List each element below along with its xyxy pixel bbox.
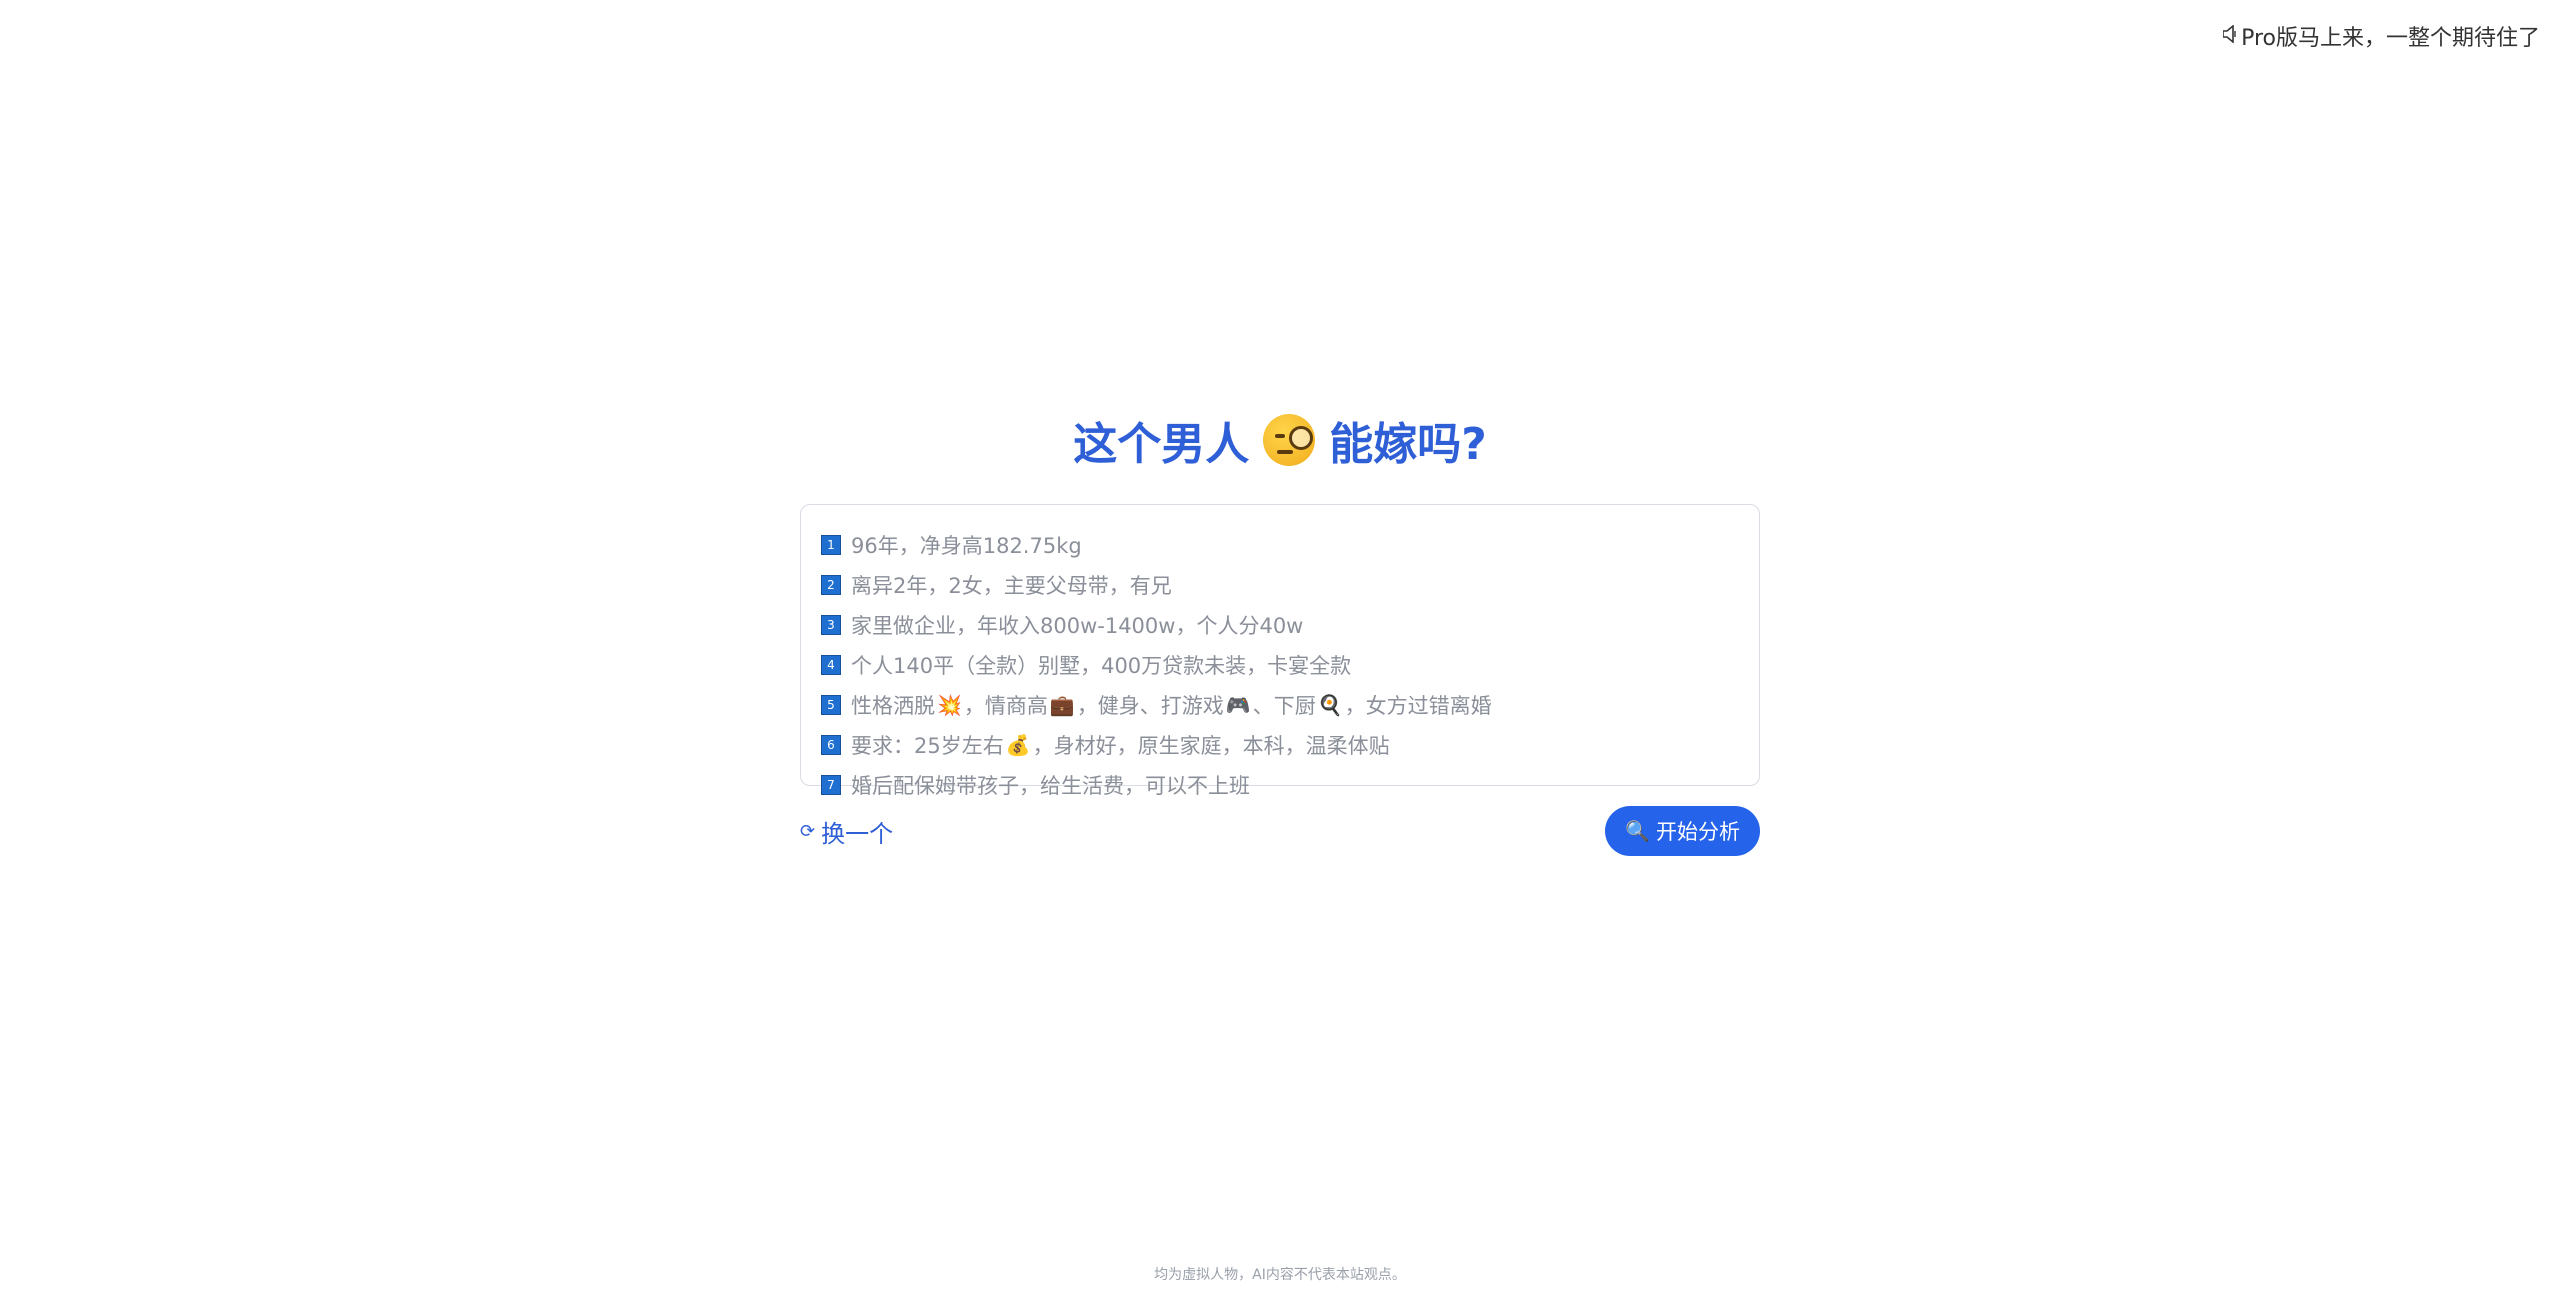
title-part1: 这个男人 [1073, 419, 1250, 470]
profile-line-text: 家里做企业，年收入800w-1400w，个人分40w [851, 614, 1304, 638]
title-part2: 能嫁吗? [1329, 419, 1487, 470]
profile-line-text: 婚后配保姆带孩子，给生活费，可以不上班 [851, 774, 1250, 798]
profile-line-1: 1 96年，净身高182.75kg [821, 525, 1739, 565]
profile-line-text: 要求：25岁左右 [851, 734, 1004, 758]
page: Pro版马上来，一整个期待住了 这个男人 能嫁吗? 1 96年，净身高182.7… [0, 0, 2560, 1302]
number-3-icon: 3 [821, 615, 841, 635]
profile-line-7: 7 婚后配保姆带孩子，给生活费，可以不上班 [821, 765, 1739, 805]
profile-line-text: ，情商高 [963, 694, 1048, 718]
footer-disclaimer: 均为虚拟人物，AI内容不代表本站观点。 [1154, 1267, 1406, 1283]
number-5-icon: 5 [821, 695, 841, 715]
number-6-icon: 6 [821, 735, 841, 755]
announcement-banner[interactable]: Pro版马上来，一整个期待住了 [2222, 20, 2540, 52]
start-analysis-button[interactable]: 🔍 开始分析 [1605, 806, 1760, 856]
profile-line-3: 3 家里做企业，年收入800w-1400w，个人分40w [821, 605, 1739, 645]
speaker-icon [2222, 24, 2237, 48]
magnifier-icon: 🔍 [1625, 819, 1650, 843]
profile-line-text: 性格洒脱 [851, 694, 935, 718]
profile-line-text: ，女方过错离婚 [1344, 694, 1492, 718]
main-content: 这个男人 能嫁吗? 1 96年，净身高182.75kg 2 离异2年，2女，主要… [800, 408, 1760, 856]
profile-line-text: 离异2年，2女，主要父母带，有兄 [851, 574, 1172, 598]
page-title: 这个男人 能嫁吗? [800, 408, 1760, 472]
profile-line-text: ，健身、打游戏 [1076, 694, 1224, 718]
number-7-icon: 7 [821, 775, 841, 795]
profile-line-5: 5 性格洒脱 💥 ，情商高 💼 ，健身、打游戏 🎮 、下厨 🍳 ，女方过错离婚 [821, 685, 1739, 725]
cooking-pan-icon: 🍳 [1317, 693, 1343, 717]
face-with-monocle-icon [1263, 414, 1316, 466]
start-analysis-label: 开始分析 [1656, 820, 1740, 844]
number-4-icon: 4 [821, 655, 841, 675]
collision-icon: 💥 [937, 693, 962, 717]
profile-line-text: 个人140平（全款）别墅，400万贷款未装，卡宴全款 [851, 654, 1352, 678]
swap-button[interactable]: ⟳ 换一个 [800, 814, 893, 849]
action-bar: ⟳ 换一个 🔍 开始分析 [800, 806, 1760, 856]
profile-line-text: 96年，净身高182.75kg [851, 534, 1082, 558]
refresh-icon: ⟳ [800, 820, 816, 842]
swap-label: 换一个 [821, 819, 894, 848]
money-bag-icon: 💰 [1005, 733, 1031, 757]
number-2-icon: 2 [821, 575, 841, 595]
game-controller-icon: 🎮 [1225, 693, 1251, 717]
profile-textarea[interactable]: 1 96年，净身高182.75kg 2 离异2年，2女，主要父母带，有兄 3 家… [800, 504, 1760, 798]
profile-line-6: 6 要求：25岁左右 💰 ，身材好，原生家庭，本科，温柔体贴 [821, 725, 1739, 765]
number-1-icon: 1 [821, 535, 841, 555]
profile-line-2: 2 离异2年，2女，主要父母带，有兄 [821, 565, 1739, 605]
profile-line-text: 、下厨 [1252, 694, 1316, 718]
profile-line-text: ，身材好，原生家庭，本科，温柔体贴 [1032, 734, 1390, 758]
briefcase-icon: 💼 [1049, 693, 1075, 717]
announcement-text: Pro版马上来，一整个期待住了 [2241, 26, 2540, 51]
profile-line-4: 4 个人140平（全款）别墅，400万贷款未装，卡宴全款 [821, 645, 1739, 685]
